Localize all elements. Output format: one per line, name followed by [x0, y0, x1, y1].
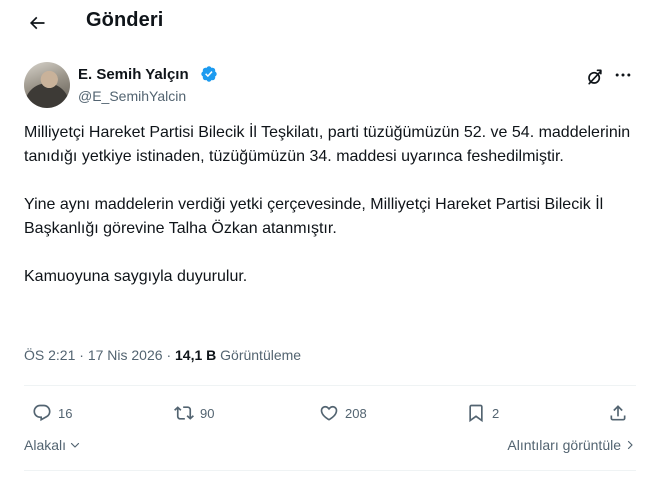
- tweet-text: Milliyetçi Hareket Partisi Bilecik İl Te…: [24, 121, 636, 289]
- tweet-paragraph: Milliyetçi Hareket Partisi Bilecik İl Te…: [24, 124, 631, 165]
- grok-icon: [588, 69, 602, 85]
- grok-button[interactable]: [584, 66, 606, 88]
- chevron-right-icon: [624, 439, 636, 451]
- tweet-paragraph: Kamuoyuna saygıyla duyurulur.: [24, 268, 248, 285]
- tweet-paragraph: Yine aynı maddelerin verdiği yetki çerçe…: [24, 196, 604, 237]
- tweet-time[interactable]: ÖS 2:21: [24, 347, 75, 363]
- chevron-down-icon: [69, 439, 81, 451]
- view-quotes-label: Alıntıları görüntüle: [507, 437, 621, 453]
- repost-icon: [174, 406, 194, 420]
- bookmark-count: 2: [492, 405, 500, 421]
- author-block: E. Semih Yalçın @E_SemihYalcin: [24, 60, 634, 108]
- top-bar: Gönderi: [0, 0, 650, 44]
- bookmark-button[interactable]: 2: [466, 398, 499, 428]
- like-button[interactable]: 208: [319, 398, 367, 428]
- like-count: 208: [345, 405, 367, 421]
- author-name[interactable]: E. Semih Yalçın: [78, 66, 189, 83]
- bookmark-icon: [469, 404, 483, 423]
- divider: [24, 470, 636, 471]
- verified-badge-icon[interactable]: [200, 65, 218, 83]
- divider: [24, 385, 636, 386]
- repost-count: 90: [200, 405, 215, 421]
- reply-count: 16: [58, 405, 73, 421]
- share-button[interactable]: [608, 398, 628, 428]
- sort-dropdown[interactable]: Alakalı: [24, 437, 81, 453]
- reply-button[interactable]: 16: [32, 398, 72, 428]
- share-icon: [610, 405, 626, 421]
- meta-separator: ·: [79, 347, 84, 363]
- reply-icon: [33, 404, 51, 422]
- views-label: Görüntüleme: [220, 347, 302, 363]
- meta-separator: ·: [166, 347, 172, 363]
- tweet-date[interactable]: 17 Nis 2026: [88, 347, 163, 363]
- repost-button[interactable]: 90: [174, 398, 214, 428]
- arrow-left-icon: [29, 16, 45, 30]
- replies-toolbar: Alakalı Alıntıları görüntüle: [24, 437, 636, 459]
- page-title: Gönderi: [86, 9, 164, 31]
- author-handle[interactable]: @E_SemihYalcin: [78, 88, 186, 104]
- views-count: 14,1 B: [175, 347, 217, 363]
- back-button[interactable]: [22, 8, 52, 38]
- avatar[interactable]: [24, 62, 70, 108]
- tweet-meta: ÖS 2:21 · 17 Nis 2026 · 14,1 B Görüntüle…: [24, 347, 301, 363]
- like-icon: [320, 405, 338, 421]
- view-quotes-link[interactable]: Alıntıları görüntüle: [507, 437, 636, 453]
- action-bar: 16 90 208 2: [24, 398, 636, 428]
- sort-label: Alakalı: [24, 437, 67, 453]
- more-icon: [615, 73, 631, 77]
- more-button[interactable]: [612, 64, 634, 86]
